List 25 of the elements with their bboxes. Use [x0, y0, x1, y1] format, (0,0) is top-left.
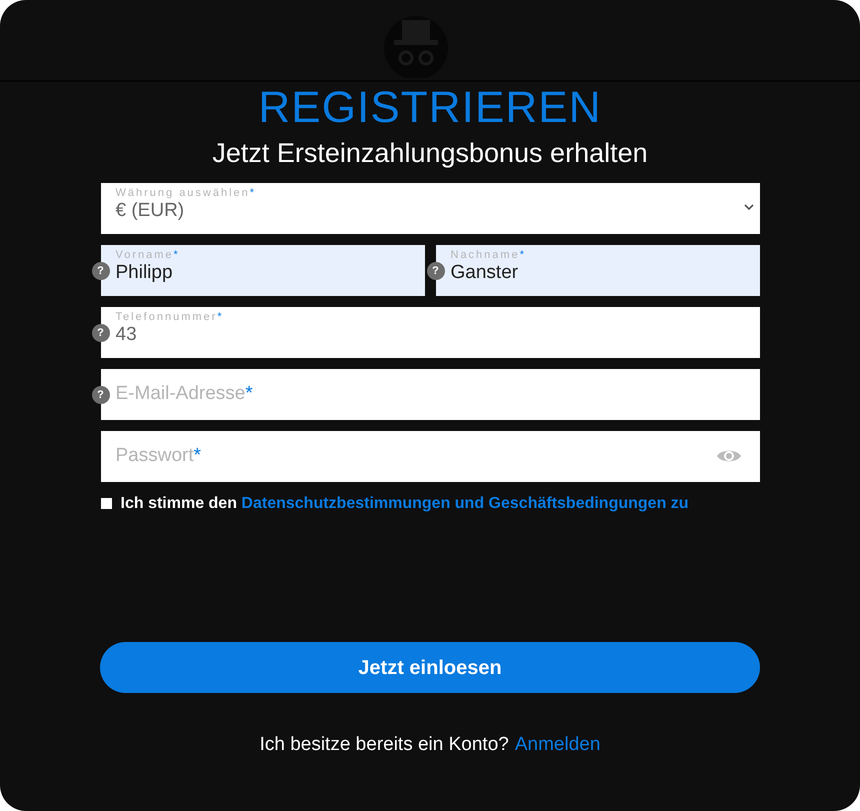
login-prompt: Ich besitze bereits ein Konto?: [260, 733, 509, 757]
terms-link[interactable]: Datenschutzbestimmungen und Geschäftsbedingungen zu: [241, 495, 689, 512]
form-subtitle: Jetzt Ersteinzahlungsbonus erhalten: [212, 137, 648, 170]
field-value: € (EUR): [116, 199, 184, 223]
consent-checkbox[interactable]: [100, 498, 112, 509]
field-value: Philipp: [116, 261, 173, 285]
help-icon[interactable]: ?: [92, 324, 110, 342]
consent-text: Ich stimme den Datenschutzbestimmungen und Geschäftsbedingungen zu: [120, 494, 689, 514]
field-label: Währung auswählen*: [116, 186, 256, 200]
help-icon[interactable]: ?: [92, 262, 110, 280]
submit-button[interactable]: Jetzt einloesen: [100, 642, 760, 693]
field-value: 43: [116, 323, 137, 347]
currency-select[interactable]: Währung auswählen* € (EUR): [100, 183, 760, 234]
field-label: Vorname*: [116, 248, 180, 262]
login-link[interactable]: Anmelden: [514, 733, 600, 757]
chevron-down-icon: [744, 203, 754, 211]
field-value: Ganster: [450, 261, 518, 285]
field-placeholder: Passwort*: [116, 444, 202, 468]
help-icon[interactable]: ?: [92, 386, 110, 404]
field-placeholder: E-Mail-Adresse*: [116, 382, 253, 406]
form-title: REGISTRIEREN: [258, 82, 602, 134]
field-label: Telefonnummer*: [116, 310, 224, 324]
field-label: Nachname*: [450, 248, 526, 262]
help-icon[interactable]: ?: [426, 262, 444, 280]
password-field[interactable]: Passwort*: [100, 431, 760, 482]
